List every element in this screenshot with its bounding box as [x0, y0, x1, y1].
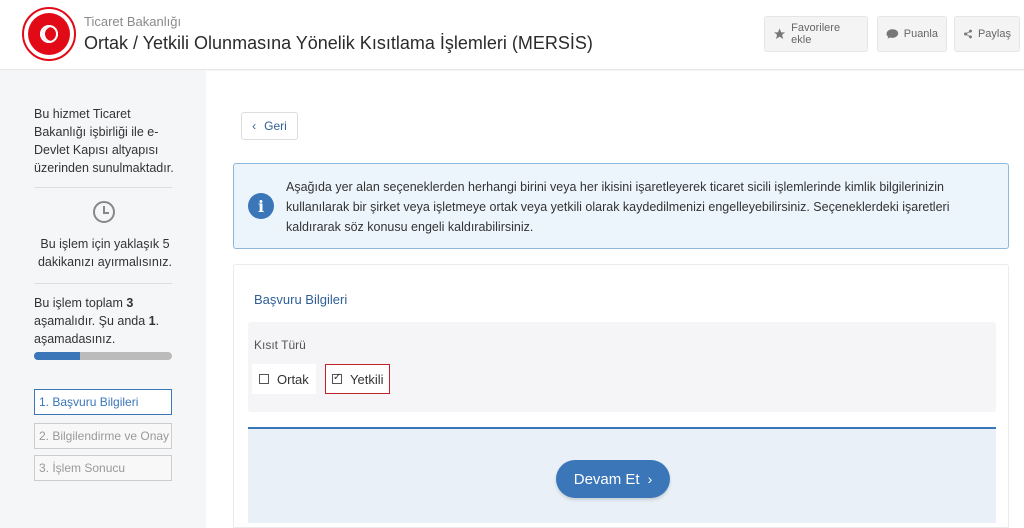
- back-button[interactable]: ‹ Geri: [241, 112, 298, 140]
- org-name[interactable]: Ticaret Bakanlığı: [84, 14, 181, 29]
- main-content: ‹ Geri i Aşağıda yer alan seçeneklerden …: [206, 71, 1024, 528]
- favorite-button[interactable]: Favorilere ekle: [764, 16, 868, 52]
- header: Ticaret Bakanlığı Ortak / Yetkili Olunma…: [0, 0, 1024, 70]
- step-1[interactable]: 1. Başvuru Bilgileri: [34, 389, 172, 415]
- divider: [34, 187, 172, 188]
- progress-bar: [34, 352, 172, 360]
- speech-bubble-icon: [886, 29, 899, 39]
- restriction-type-field: Kısıt Türü Ortak Yetkili: [248, 322, 996, 412]
- option-ortak[interactable]: Ortak: [252, 364, 316, 394]
- ministry-logo[interactable]: [22, 7, 76, 61]
- option-label: Yetkili: [350, 371, 384, 387]
- checkbox-icon[interactable]: [259, 374, 269, 384]
- section-title: Başvuru Bilgileri: [254, 292, 348, 307]
- chevron-right-icon: ›: [647, 471, 653, 487]
- share-icon: [964, 29, 972, 39]
- field-label: Kısıt Türü: [254, 338, 306, 352]
- back-label: Geri: [264, 119, 287, 133]
- divider: [34, 283, 172, 284]
- favorite-label: Favorilere ekle: [791, 22, 841, 46]
- form-footer: Devam Et ›: [248, 427, 996, 523]
- option-label: Ortak: [277, 371, 309, 387]
- continue-button[interactable]: Devam Et ›: [556, 460, 670, 498]
- rate-label: Puanla: [903, 28, 938, 40]
- star-icon: [774, 28, 786, 39]
- rate-button[interactable]: Puanla: [877, 16, 947, 52]
- page-title: Ortak / Yetkili Olunmasına Yönelik Kısıt…: [84, 33, 593, 53]
- info-icon: i: [248, 193, 274, 219]
- share-label: Paylaş: [977, 28, 1011, 40]
- info-text: Aşağıda yer alan seçeneklerden herhangi …: [286, 180, 950, 234]
- chevron-left-icon: ‹: [252, 119, 257, 133]
- step-3: 3. İşlem Sonucu: [34, 455, 172, 481]
- application-form-card: Başvuru Bilgileri Kısıt Türü Ortak Yetki…: [233, 264, 1009, 528]
- service-note: Bu hizmet Ticaret Bakanlığı işbirliği il…: [34, 107, 174, 175]
- step-2: 2. Bilgilendirme ve Onay: [34, 423, 172, 449]
- progress-fill: [34, 352, 80, 360]
- checkbox-checked-icon[interactable]: [332, 372, 342, 384]
- share-button[interactable]: Paylaş: [954, 16, 1020, 52]
- option-yetkili[interactable]: Yetkili: [325, 364, 391, 394]
- info-alert: i Aşağıda yer alan seçeneklerden herhang…: [233, 163, 1009, 249]
- time-note: Bu işlem için yaklaşık 5 dakikanızı ayır…: [37, 237, 173, 269]
- clock-icon: [93, 201, 115, 223]
- stage-note: Bu işlem toplam 3 aşamalıdır. Şu anda 1.…: [34, 296, 160, 346]
- sidebar: Bu hizmet Ticaret Bakanlığı işbirliği il…: [0, 71, 206, 528]
- continue-label: Devam Et: [573, 470, 640, 488]
